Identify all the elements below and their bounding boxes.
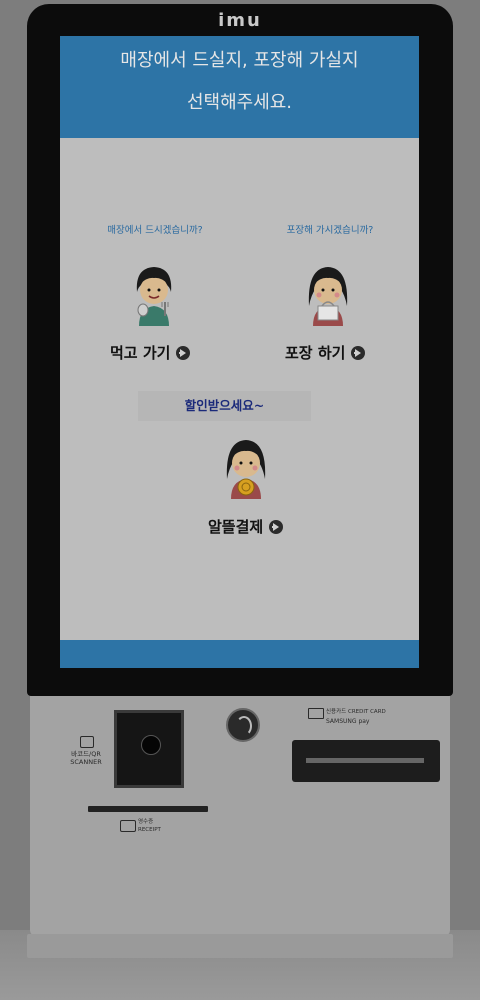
receipt-slot bbox=[88, 806, 208, 812]
screen-header: 매장에서 드실지, 포장해 가실지 선택해주세요. bbox=[60, 36, 419, 138]
option-eat-in[interactable]: 매장에서 드시겠습니까? 먹고 가기 bbox=[80, 222, 230, 362]
eat-in-character-icon bbox=[136, 267, 172, 326]
discount-payment-button[interactable]: 알뜰결제 bbox=[208, 516, 284, 537]
option-take-out[interactable]: 포장해 가시겠습니까? 포장 하기 bbox=[255, 222, 405, 362]
scanner-lens-icon bbox=[141, 735, 161, 755]
kiosk-base bbox=[27, 934, 453, 958]
kiosk-bezel: imu 매장에서 드실지, 포장해 가실지 선택해주세요. 매장에서 드시겠습니… bbox=[27, 4, 453, 696]
card-reader[interactable] bbox=[292, 740, 440, 782]
eat-in-question: 매장에서 드시겠습니까? bbox=[107, 225, 203, 236]
printer-icon bbox=[120, 820, 136, 832]
discount-payment-label: 알뜰결제 bbox=[208, 518, 264, 536]
header-line-1: 매장에서 드실지, 포장해 가실지 bbox=[120, 50, 359, 71]
eat-in-label: 먹고 가기 bbox=[110, 344, 171, 362]
take-out-label: 포장 하기 bbox=[285, 344, 346, 362]
screen-footer bbox=[60, 640, 419, 668]
eat-in-button[interactable]: 먹고 가기 bbox=[110, 342, 191, 363]
qr-scanner-icon bbox=[80, 736, 94, 748]
receipt-label: 영수증 RECEIPT bbox=[138, 819, 161, 833]
card-label: 신용카드 CREDIT CARD bbox=[326, 709, 386, 715]
arrow-right-icon bbox=[269, 519, 284, 534]
discount-character-icon bbox=[226, 440, 266, 499]
scanner-label: 바코드/QR SCANNER bbox=[70, 750, 102, 766]
barcode-scanner[interactable] bbox=[114, 710, 184, 788]
header-line-2: 선택해주세요. bbox=[186, 92, 293, 113]
kiosk-screen: 매장에서 드실지, 포장해 가실지 선택해주세요. 매장에서 드시겠습니까? 먹… bbox=[60, 36, 419, 668]
discount-banner: 할인받으세요~ bbox=[138, 391, 311, 421]
card-slot bbox=[306, 758, 424, 763]
take-out-character-icon bbox=[308, 267, 348, 326]
kiosk: imu 매장에서 드실지, 포장해 가실지 선택해주세요. 매장에서 드시겠습니… bbox=[27, 4, 453, 958]
nfc-icon bbox=[226, 708, 260, 742]
arrow-right-icon bbox=[176, 345, 191, 360]
kiosk-lower-panel: 바코드/QR SCANNER 신용카드 CREDIT CARD SAMSUNG … bbox=[30, 696, 450, 936]
take-out-question: 포장해 가시겠습니까? bbox=[286, 225, 374, 236]
card-sublabel: SAMSUNG pay bbox=[326, 718, 370, 725]
brand-logo: imu bbox=[218, 10, 262, 31]
take-out-button[interactable]: 포장 하기 bbox=[285, 342, 366, 363]
credit-card-icon bbox=[308, 708, 324, 719]
arrow-right-icon bbox=[351, 345, 366, 360]
